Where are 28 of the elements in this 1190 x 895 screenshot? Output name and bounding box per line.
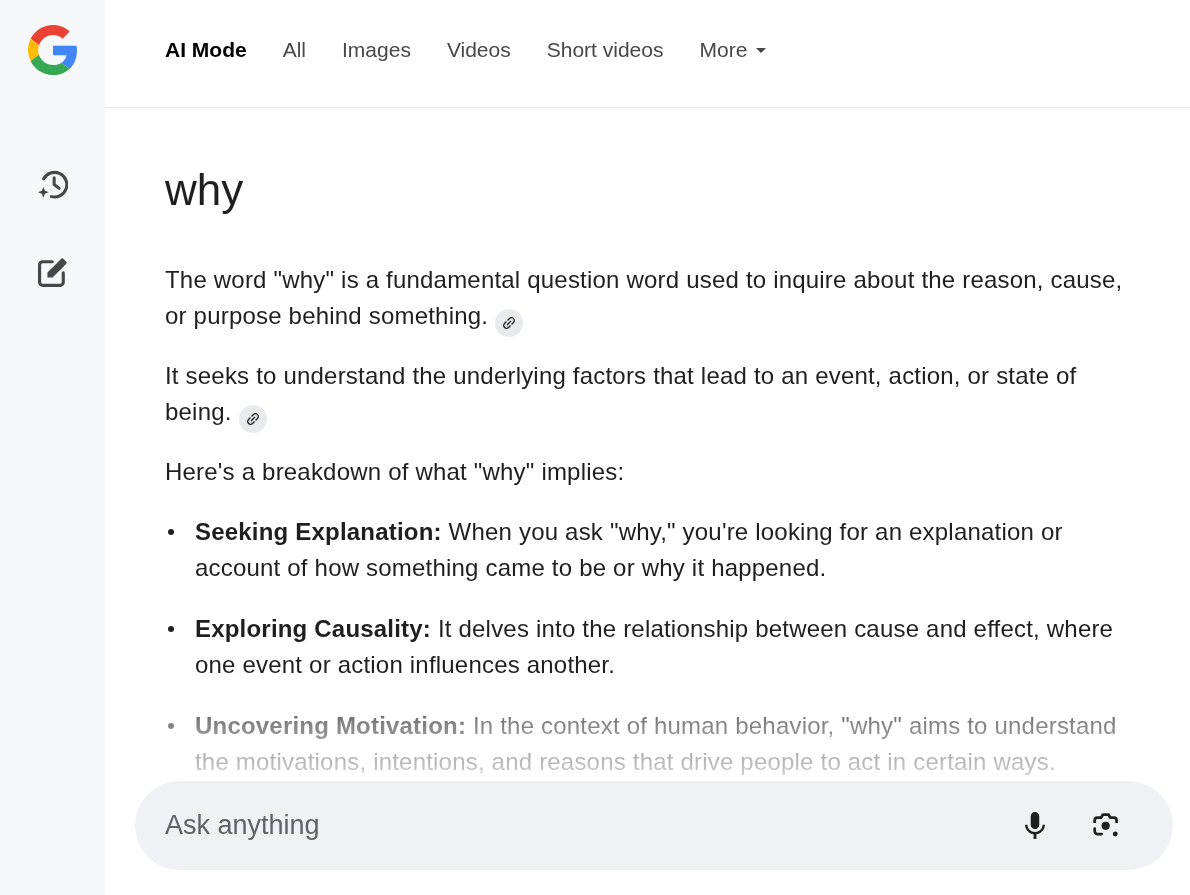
tab[interactable]: All bbox=[282, 38, 306, 62]
tab[interactable]: AI Mode bbox=[165, 38, 247, 62]
bullet-icon bbox=[168, 723, 174, 729]
answer-paragraph: The word "why" is a fundamental question word used to inquire about the reason, cause, or purpose behind something. bbox=[165, 262, 1135, 334]
tab[interactable]: Images bbox=[342, 38, 411, 62]
link-icon bbox=[502, 316, 517, 330]
letter-g-logo[interactable] bbox=[27, 25, 78, 75]
bullet-text: Seeking Explanation: When you ask "why," you're looking for an explanation or account of how something came to be or why it happened. bbox=[195, 517, 1064, 583]
caret-icon bbox=[756, 47, 767, 53]
search-bar[interactable]: Ask anything bbox=[135, 781, 1173, 870]
link-icon bbox=[245, 412, 260, 426]
tab[interactable]: More bbox=[699, 38, 767, 62]
source-link-button[interactable] bbox=[495, 309, 524, 337]
bullet-icon bbox=[168, 529, 174, 535]
source-link-button[interactable] bbox=[238, 405, 267, 433]
camera-icon bbox=[1092, 812, 1120, 839]
tab[interactable]: Short videos bbox=[546, 38, 664, 62]
bullet-text: Exploring Causality: It delves into the relationship between cause and effect, where one event or action influences another. bbox=[195, 614, 1115, 680]
tab[interactable]: Videos bbox=[446, 38, 511, 62]
bullet-icon bbox=[168, 626, 174, 632]
query-heading: why bbox=[165, 166, 245, 214]
edit-icon bbox=[37, 257, 68, 287]
answer-paragraph: Here's a breakdown of what "why" implies: bbox=[165, 457, 626, 487]
bullet-text: Uncovering Motivation: In the context of human behavior, "why" aims to understand the motivations, intentions, and reasons that drive people to act in certain ways. bbox=[195, 711, 1118, 777]
mic-icon bbox=[1025, 812, 1045, 839]
history-icon bbox=[37, 170, 68, 200]
answer-paragraph: It seeks to understand the underlying factors that lead to an event, action, or state of being. bbox=[165, 358, 1135, 430]
search-input[interactable]: Ask anything bbox=[165, 810, 1013, 841]
